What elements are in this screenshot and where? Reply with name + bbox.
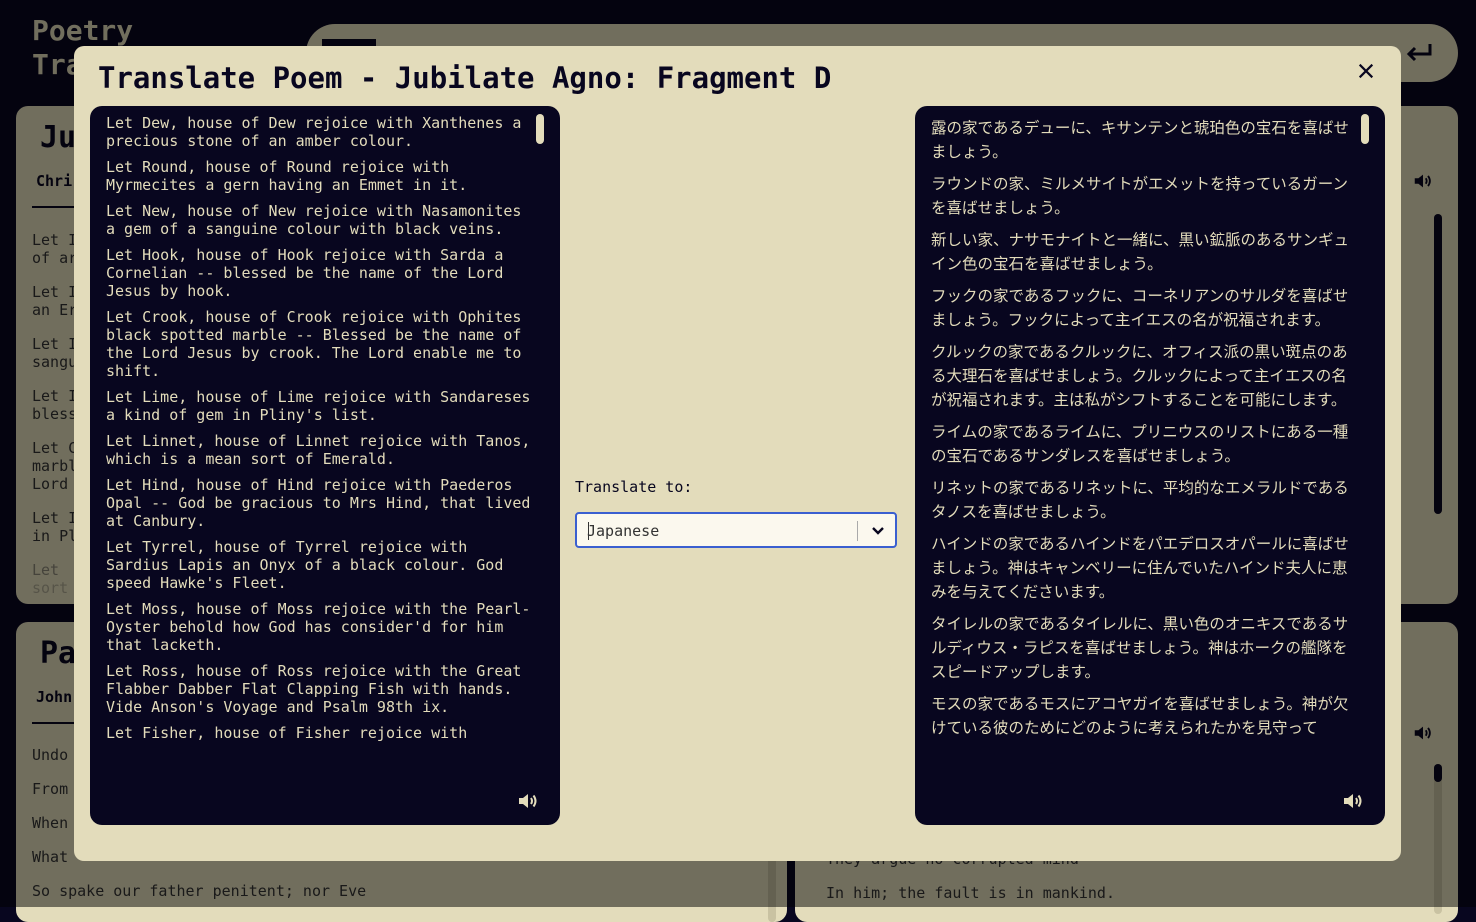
translated-stanza: クルックの家であるクルックに、オフィス派の黒い斑点のある大理石を喜ばせましょう。… [931, 343, 1348, 409]
speaker-icon[interactable] [516, 789, 540, 813]
scroll-thumb[interactable] [536, 114, 544, 144]
original-stanza: Let Hind, house of Hind rejoice with Pae… [106, 476, 531, 530]
translated-poem-scroll[interactable]: 露の家であるデューに、キサンテンと琥珀色の宝石を喜ばせましょう。 ラウンドの家、… [931, 116, 1357, 777]
scroll-thumb[interactable] [1361, 114, 1369, 144]
language-select-value: Japanese [587, 522, 660, 540]
original-stanza: Let Dew, house of Dew rejoice with Xanth… [106, 114, 522, 150]
close-button[interactable] [1351, 56, 1381, 86]
chevron-down-icon[interactable] [869, 522, 887, 540]
modal-title: Translate Poem - Jubilate Agno: Fragment… [98, 61, 832, 95]
original-stanza: Let Tyrrel, house of Tyrrel rejoice with… [106, 538, 504, 592]
translated-stanza: ライムの家であるライムに、プリニウスのリストにある一種の宝石であるサンダレスを喜… [931, 423, 1349, 465]
language-select[interactable]: Japanese [575, 512, 897, 548]
text-caret [588, 522, 589, 540]
original-stanza: Let Hook, house of Hook rejoice with Sar… [106, 246, 504, 300]
original-stanza: Let Round, house of Round rejoice with M… [106, 158, 468, 194]
translated-stanza: 新しい家、ナサモナイトと一緒に、黒い鉱脈のあるサンギュイン色の宝石を喜ばせましょ… [931, 231, 1350, 273]
original-poem-pane[interactable]: Let Dew, house of Dew rejoice with Xanth… [90, 106, 560, 825]
translated-stanza: ハインドの家であるハインドをパエデロスオパールに喜ばせましょう。神はキャンベリー… [931, 535, 1349, 601]
translated-stanza: フックの家であるフックに、コーネリアンのサルダを喜ばせましょう。フックによって主… [931, 287, 1349, 329]
translate-modal: Translate Poem - Jubilate Agno: Fragment… [74, 46, 1401, 861]
translated-stanza: タイレルの家であるタイレルに、黒い色のオニキスであるサルディウス・ラピスを喜ばせ… [931, 615, 1349, 681]
original-poem-scroll[interactable]: Let Dew, house of Dew rejoice with Xanth… [106, 114, 532, 777]
translated-poem-pane[interactable]: 露の家であるデューに、キサンテンと琥珀色の宝石を喜ばせましょう。 ラウンドの家、… [915, 106, 1385, 825]
translated-stanza: モスの家であるモスにアコヤガイを喜ばせましょう。神が欠けている彼のためにどのよう… [931, 695, 1349, 737]
original-stanza: Let Ross, house of Ross rejoice with the… [106, 662, 522, 716]
close-icon [1358, 63, 1374, 79]
translated-stanza: ラウンドの家、ミルメサイトがエメットを持っているガーンを喜ばせましょう。 [931, 175, 1348, 217]
original-stanza: Let New, house of New rejoice with Nasam… [106, 202, 522, 238]
original-stanza: Let Linnet, house of Linnet rejoice with… [106, 432, 531, 468]
translated-stanza: リネットの家であるリネットに、平均的なエメラルドであるタノスを喜ばせましょう。 [931, 479, 1349, 521]
original-stanza: Let Lime, house of Lime rejoice with San… [106, 388, 531, 424]
translated-stanza: 露の家であるデューに、キサンテンと琥珀色の宝石を喜ばせましょう。 [931, 119, 1349, 161]
original-stanza: Let Crook, house of Crook rejoice with O… [106, 308, 522, 380]
speaker-icon[interactable] [1341, 789, 1365, 813]
original-stanza: Let Moss, house of Moss rejoice with the… [106, 600, 531, 654]
translate-label: Translate to: [575, 478, 693, 496]
select-divider [857, 521, 858, 541]
original-stanza: Let Fisher, house of Fisher rejoice with [106, 724, 468, 742]
